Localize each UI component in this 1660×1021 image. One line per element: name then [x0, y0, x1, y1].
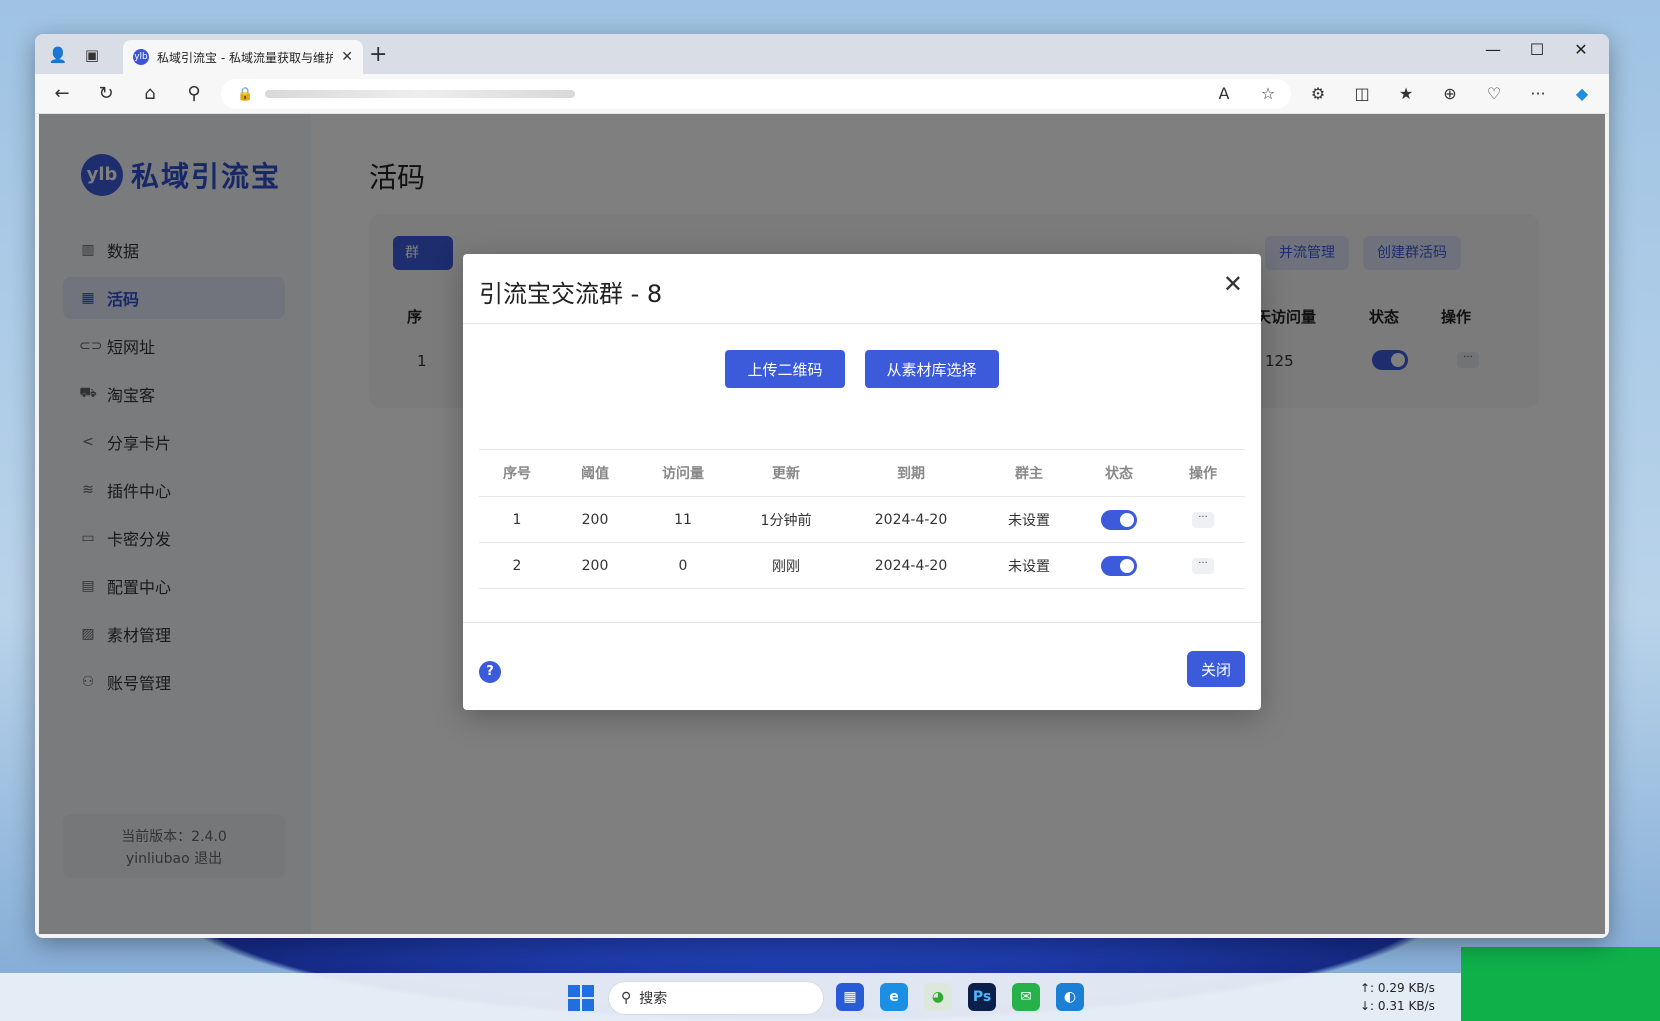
more-actions-button[interactable]: ··· — [1192, 511, 1214, 528]
browser-window: 👤 ▣ ylb 私域引流宝 - 私域流量获取与维护 ✕ + — ☐ ✕ ← ↻ … — [35, 34, 1609, 938]
ie-edge-icon[interactable]: e — [880, 983, 908, 1011]
tab-bar: 👤 ▣ ylb 私域引流宝 - 私域流量获取与维护 ✕ + — ☐ ✕ — [35, 34, 1609, 74]
taskbar-search-label: 搜索 — [639, 991, 668, 1007]
more-icon[interactable]: ··· — [1525, 82, 1551, 106]
desktop-green-block — [1461, 947, 1660, 1021]
cell-visits: 0 — [678, 557, 688, 574]
tab-actions-icon[interactable]: ▣ — [81, 44, 103, 66]
select-from-library-button[interactable]: 从素材库选择 — [864, 350, 999, 388]
cell-expire: 2024-4-20 — [874, 511, 948, 528]
maximize-icon[interactable]: ☐ — [1515, 40, 1559, 59]
close-icon[interactable]: ✕ — [1223, 270, 1243, 298]
extensions-icon[interactable]: ⚙ — [1305, 82, 1331, 106]
minimize-icon[interactable]: — — [1471, 40, 1515, 59]
network-speed: ↑: 0.29 KB/s ↓: 0.31 KB/s — [1360, 979, 1435, 1015]
read-aloud-icon[interactable]: A — [1211, 82, 1237, 106]
cell-threshold: 200 — [581, 511, 609, 528]
edge-icon[interactable]: ◐ — [1056, 983, 1084, 1011]
qr-table: 序号 阈值 访问量 更新 到期 群主 状态 操作 1 200 11 1分钟前 2… — [479, 449, 1245, 589]
upload-qr-button[interactable]: 上传二维码 — [725, 350, 845, 388]
column-header: 到期 — [897, 466, 925, 482]
column-header: 序号 — [503, 466, 531, 482]
web-page: ylb 私域引流宝 ▥数据 ▦活码 ⊂⊃短网址 ⛟淘宝客 <分享卡片 ≋插件中心… — [39, 114, 1605, 934]
column-header: 访问量 — [662, 466, 704, 482]
app-icon[interactable]: ◕ — [924, 983, 952, 1011]
more-actions-button[interactable]: ··· — [1192, 557, 1214, 574]
photoshop-icon[interactable]: Ps — [968, 983, 996, 1011]
column-header: 更新 — [772, 466, 800, 482]
favorites-icon[interactable]: ★ — [1393, 82, 1419, 106]
cell-visits: 11 — [674, 511, 692, 528]
split-screen-icon[interactable]: ◫ — [1349, 82, 1375, 106]
collections-icon[interactable]: ⊕ — [1437, 82, 1463, 106]
table-row: 1 200 11 1分钟前 2024-4-20 未设置 ··· — [479, 497, 1245, 543]
modal-footer: ? 关闭 — [463, 622, 1261, 710]
cell-expire: 2024-4-20 — [874, 557, 948, 574]
cell-updated: 1分钟前 — [760, 512, 812, 529]
cell-seq: 1 — [512, 511, 522, 528]
window-close-icon[interactable]: ✕ — [1559, 40, 1603, 59]
column-header: 阈值 — [581, 466, 609, 482]
tab-title: 私域引流宝 - 私域流量获取与维护 — [157, 50, 334, 65]
browser-tab[interactable]: ylb 私域引流宝 - 私域流量获取与维护 ✕ — [123, 40, 363, 74]
lock-icon: 🔒 — [237, 86, 254, 102]
modal-actions: 上传二维码 从素材库选择 — [463, 350, 1261, 388]
close-button[interactable]: 关闭 — [1186, 651, 1245, 687]
url-field[interactable]: 🔒 — [221, 79, 1291, 109]
taskbar-search[interactable]: ⚲ 搜索 — [608, 981, 824, 1015]
help-icon[interactable]: ? — [479, 661, 501, 683]
status-toggle[interactable] — [1101, 555, 1137, 576]
tab-close-icon[interactable]: ✕ — [341, 49, 353, 65]
cell-action: ··· — [1161, 511, 1245, 528]
copilot-icon[interactable]: ◆ — [1569, 82, 1595, 106]
qr-list-modal: 引流宝交流群 - 8 ✕ 上传二维码 从素材库选择 序号 阈值 访问量 更新 到… — [463, 254, 1261, 710]
store-icon[interactable]: ▦ — [836, 983, 864, 1011]
cell-owner: 未设置 — [1008, 512, 1050, 529]
cell-action: ··· — [1161, 557, 1245, 574]
search-icon: ⚲ — [621, 990, 632, 1006]
table-row: 2 200 0 刚刚 2024-4-20 未设置 ··· — [479, 543, 1245, 589]
column-header: 状态 — [1105, 466, 1133, 482]
column-header: 群主 — [1015, 466, 1043, 482]
back-icon[interactable]: ← — [49, 82, 75, 106]
net-down: ↓: 0.31 KB/s — [1360, 999, 1435, 1013]
search-icon[interactable]: ⚲ — [181, 82, 207, 106]
address-bar: ← ↻ ⌂ ⚲ 🔒 A ☆ ⚙ ◫ ★ ⊕ ♡ ··· ◆ — [35, 74, 1609, 114]
url-blurred — [265, 90, 576, 98]
modal-title: 引流宝交流群 - 8 — [479, 280, 663, 308]
cell-updated: 刚刚 — [772, 558, 800, 575]
modal-header: 引流宝交流群 - 8 ✕ — [463, 254, 1261, 324]
favicon-icon: ylb — [133, 49, 149, 65]
profile-icon[interactable]: 👤 — [47, 44, 69, 66]
cell-status — [1077, 555, 1161, 576]
refresh-icon[interactable]: ↻ — [93, 82, 119, 106]
net-up: ↑: 0.29 KB/s — [1360, 981, 1435, 995]
taskbar: ⚲ 搜索 ▦ e ◕ Ps ✉ ◐ ↑: 0.29 KB/s ↓: 0.31 K… — [0, 973, 1461, 1021]
favorite-star-icon[interactable]: ☆ — [1255, 82, 1281, 106]
wechat-icon[interactable]: ✉ — [1012, 983, 1040, 1011]
health-icon[interactable]: ♡ — [1481, 82, 1507, 106]
home-icon[interactable]: ⌂ — [137, 82, 163, 106]
cell-status — [1077, 509, 1161, 530]
windows-start-icon[interactable] — [568, 985, 594, 1011]
status-toggle[interactable] — [1101, 509, 1137, 530]
cell-seq: 2 — [512, 557, 522, 574]
new-tab-icon[interactable]: + — [369, 42, 387, 67]
cell-threshold: 200 — [581, 557, 609, 574]
cell-owner: 未设置 — [1008, 558, 1050, 575]
column-header: 操作 — [1189, 466, 1217, 482]
table-header: 序号 阈值 访问量 更新 到期 群主 状态 操作 — [479, 449, 1245, 497]
